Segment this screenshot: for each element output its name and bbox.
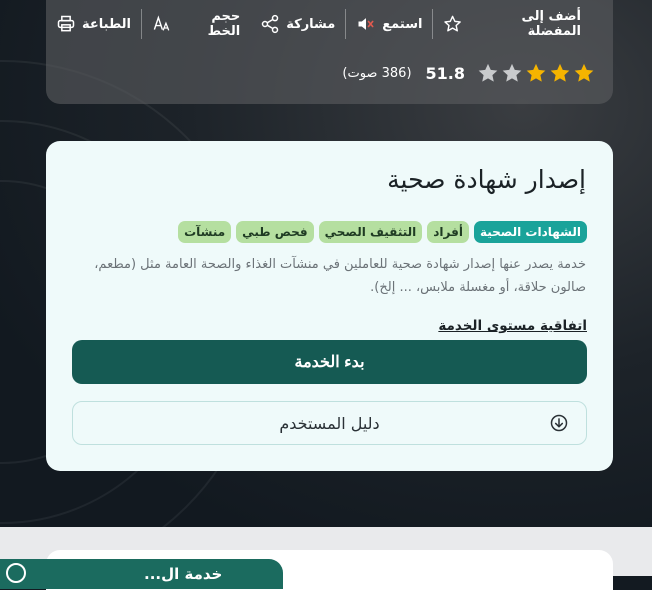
favorite-label: أضف إلى المفضلة — [521, 9, 581, 39]
rating-stars[interactable] — [477, 62, 595, 84]
printer-icon — [57, 15, 75, 32]
share-button[interactable]: مشاركة — [250, 8, 345, 40]
share-label: مشاركة — [286, 16, 336, 32]
print-button[interactable]: الطباعة — [46, 8, 141, 40]
service-title: إصدار شهادة صحية — [387, 165, 586, 194]
star-filled-icon[interactable] — [525, 62, 547, 84]
star-empty-icon[interactable] — [501, 62, 523, 84]
star-filled-icon[interactable] — [573, 62, 595, 84]
font-size-label: حجم الخط — [207, 9, 241, 39]
tag[interactable]: أفراد — [427, 221, 469, 243]
listen-button[interactable]: استمع — [346, 8, 432, 40]
font-size-icon — [153, 15, 170, 31]
service-card: إصدار شهادة صحية الشهادات الصحية أفراد ا… — [46, 141, 613, 471]
tag[interactable]: فحص طبي — [236, 221, 314, 243]
floating-service-button[interactable]: خدمة ال... — [0, 559, 283, 589]
user-guide-label: دليل المستخدم — [279, 413, 380, 433]
tag[interactable]: التثقيف الصحي — [318, 221, 423, 243]
rating-value: 51.8 — [425, 63, 465, 83]
user-guide-button[interactable]: دليل المستخدم — [72, 401, 587, 445]
toolbar-separator — [140, 9, 142, 39]
star-empty-icon[interactable] — [477, 62, 499, 84]
service-rating: 51.8 (386 صوت) — [342, 62, 595, 84]
star-outline-icon — [444, 15, 462, 32]
print-label: الطباعة — [82, 16, 131, 32]
download-icon — [550, 414, 568, 432]
listen-label: استمع — [382, 16, 423, 32]
toolbar-actions: أضف إلى المفضلة استمع مشاركة حجم الخط ال… — [46, 8, 591, 40]
rating-votes: (386 صوت) — [342, 65, 412, 81]
sla-link[interactable]: اتفاقية مستوى الخدمة — [438, 318, 587, 334]
speaker-muted-icon — [358, 18, 374, 30]
service-description: خدمة يصدر عنها إصدار شهادة صحية للعاملين… — [94, 257, 586, 295]
tag[interactable]: الشهادات الصحية — [473, 221, 587, 243]
start-service-button[interactable]: بدء الخدمة — [72, 340, 587, 384]
favorite-button[interactable]: أضف إلى المفضلة — [433, 8, 591, 40]
floating-service-label: خدمة ال... — [144, 565, 223, 583]
share-icon — [262, 14, 279, 34]
star-filled-icon[interactable] — [549, 62, 571, 84]
font-size-button[interactable]: حجم الخط — [142, 8, 250, 40]
toolbar-separator — [345, 9, 347, 39]
service-icon — [6, 563, 26, 583]
service-tags: الشهادات الصحية أفراد التثقيف الصحي فحص … — [178, 221, 587, 243]
tag[interactable]: منشآت — [178, 221, 232, 243]
service-toolbar: أضف إلى المفضلة استمع مشاركة حجم الخط ال… — [46, 0, 613, 104]
toolbar-separator — [432, 9, 434, 39]
